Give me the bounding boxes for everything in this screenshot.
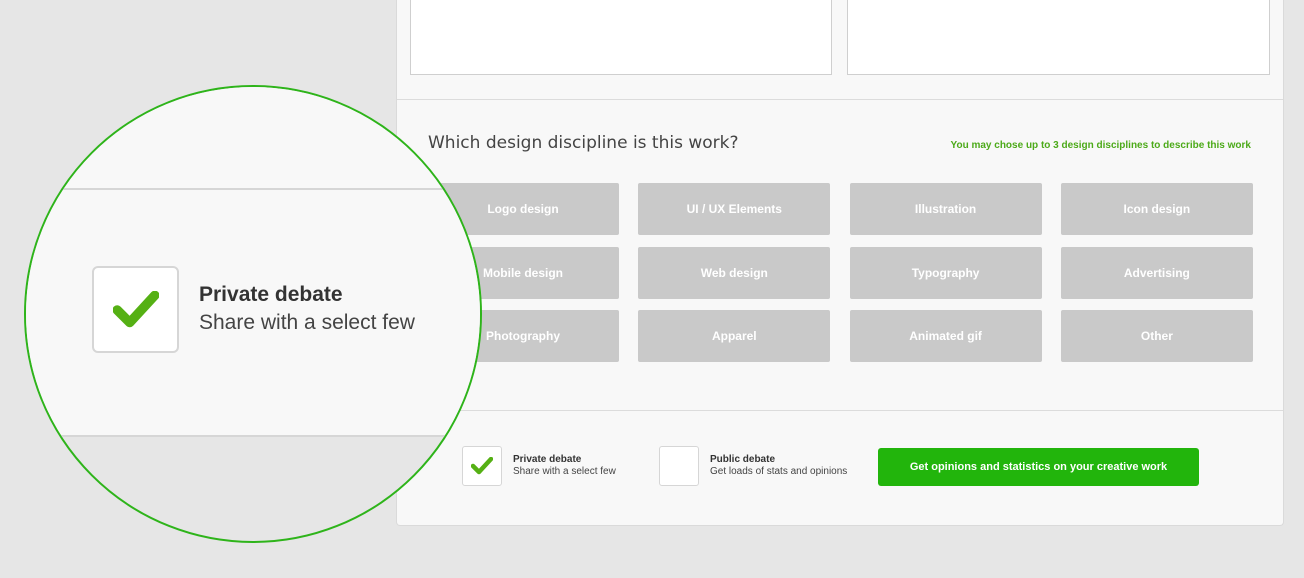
private-debate-title: Private debate xyxy=(513,454,582,465)
section-divider xyxy=(397,99,1283,100)
discipline-advertising[interactable]: Advertising xyxy=(1060,246,1253,299)
section-divider xyxy=(397,410,1283,411)
discipline-hint: You may chose up to 3 design disciplines… xyxy=(950,140,1251,151)
magnifier-callout: Private debate Share with a select few xyxy=(24,85,482,543)
public-debate-title: Public debate xyxy=(710,454,776,465)
public-debate-option[interactable]: Public debate Get loads of stats and opi… xyxy=(659,446,869,488)
public-debate-subtitle: Get loads of stats and opinions xyxy=(710,466,848,477)
discipline-animated-gif[interactable]: Animated gif xyxy=(849,310,1042,362)
public-debate-checkbox[interactable] xyxy=(659,446,699,486)
upload-panel: Which design discipline is this work? Yo… xyxy=(396,0,1284,526)
magnifier-divider-top xyxy=(26,188,480,190)
upload-dropzone-left[interactable] xyxy=(410,0,832,75)
magnified-private-subtitle: Share with a select few xyxy=(199,311,415,334)
private-debate-option[interactable]: Private debate Share with a select few xyxy=(462,446,642,488)
discipline-ui-ux-elements[interactable]: UI / UX Elements xyxy=(638,183,831,235)
discipline-icon-design[interactable]: Icon design xyxy=(1060,183,1253,235)
private-debate-subtitle: Share with a select few xyxy=(513,466,616,477)
magnifier-content: Private debate Share with a select few xyxy=(26,87,480,541)
discipline-grid: Logo design UI / UX Elements Illustratio… xyxy=(427,183,1253,362)
discipline-web-design[interactable]: Web design xyxy=(638,246,831,299)
magnifier-panel xyxy=(26,87,480,437)
magnified-private-checkbox xyxy=(92,266,179,353)
magnified-private-title: Private debate xyxy=(199,283,343,306)
discipline-apparel[interactable]: Apparel xyxy=(638,310,831,362)
discipline-other[interactable]: Other xyxy=(1060,310,1253,362)
get-opinions-button[interactable]: Get opinions and statistics on your crea… xyxy=(878,448,1199,486)
discipline-typography[interactable]: Typography xyxy=(849,246,1042,299)
upload-dropzone-right[interactable] xyxy=(847,0,1270,75)
checkmark-icon xyxy=(112,290,159,327)
magnifier-divider-bottom xyxy=(26,435,480,437)
discipline-illustration[interactable]: Illustration xyxy=(849,183,1042,235)
